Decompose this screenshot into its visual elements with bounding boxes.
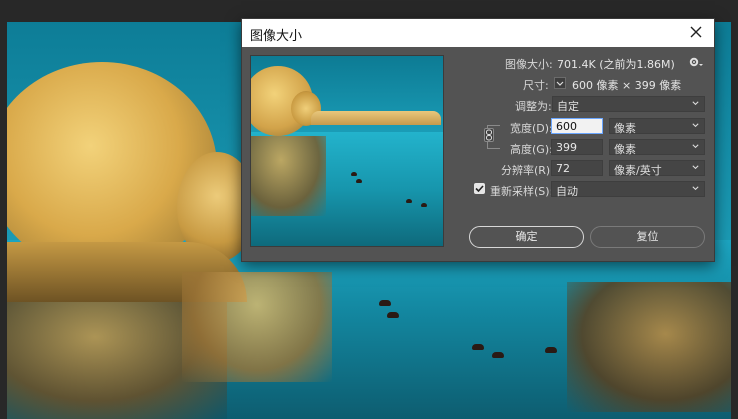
fit-to-value: 自定 <box>557 100 579 113</box>
preview-reflection <box>251 136 326 216</box>
resolution-unit-value: 像素/英寸 <box>614 164 662 177</box>
height-unit-select[interactable]: 像素 <box>609 139 705 156</box>
canvas-right-reflection <box>567 282 731 412</box>
canvas-mid-reflection <box>182 272 332 382</box>
width-unit-select[interactable]: 像素 <box>609 118 705 135</box>
canvas-duck <box>379 300 391 306</box>
chevron-down-icon <box>692 101 699 106</box>
chevron-down-icon <box>692 144 699 149</box>
chevron-down-icon <box>692 123 699 128</box>
canvas-duck <box>472 344 484 350</box>
reset-button[interactable]: 复位 <box>590 226 705 248</box>
resolution-input[interactable] <box>551 160 603 176</box>
canvas-duck <box>387 312 399 318</box>
image-size-dialog: 图像大小 图像大小: 701.4K (之前为1.86M) 尺寸: 600 像素 … <box>241 18 715 262</box>
gear-icon[interactable] <box>688 55 704 69</box>
resolution-label: 分辨率(R): <box>501 164 554 177</box>
chevron-down-icon <box>692 165 699 170</box>
chevron-down-icon <box>692 186 699 191</box>
resample-checkbox[interactable] <box>474 183 485 194</box>
width-label: 宽度(D): <box>510 122 553 135</box>
fit-to-select[interactable]: 自定 <box>552 96 705 113</box>
canvas-duck <box>545 347 557 353</box>
chevron-down-icon[interactable] <box>554 77 566 89</box>
width-unit-value: 像素 <box>614 122 636 135</box>
image-size-label: 图像大小: <box>505 58 553 71</box>
image-preview[interactable] <box>250 55 444 247</box>
resample-value: 自动 <box>556 185 578 198</box>
preview-duck <box>406 199 412 203</box>
canvas-duck <box>492 352 504 358</box>
preview-duck <box>421 203 427 207</box>
width-input[interactable] <box>551 118 603 134</box>
fit-to-label: 调整为: <box>515 100 552 113</box>
chain-link-icon[interactable] <box>484 128 494 142</box>
resample-select[interactable]: 自动 <box>551 181 705 198</box>
ok-button[interactable]: 确定 <box>469 226 584 248</box>
preview-duck <box>356 179 362 183</box>
resolution-unit-select[interactable]: 像素/英寸 <box>609 160 705 177</box>
dialog-titlebar[interactable]: 图像大小 <box>242 19 714 47</box>
dialog-title: 图像大小 <box>250 29 303 44</box>
preview-duck <box>351 172 357 176</box>
height-input[interactable] <box>551 139 603 155</box>
height-label: 高度(G): <box>510 143 553 156</box>
height-unit-value: 像素 <box>614 143 636 156</box>
dimensions-label: 尺寸: <box>523 79 549 92</box>
checkmark-icon <box>475 185 484 193</box>
preview-far-trees <box>311 111 441 125</box>
close-icon[interactable] <box>686 22 706 42</box>
image-size-value: 701.4K (之前为1.86M) <box>557 58 675 71</box>
resample-label: 重新采样(S): <box>490 185 554 198</box>
dimensions-value: 600 像素 × 399 像素 <box>572 79 682 92</box>
